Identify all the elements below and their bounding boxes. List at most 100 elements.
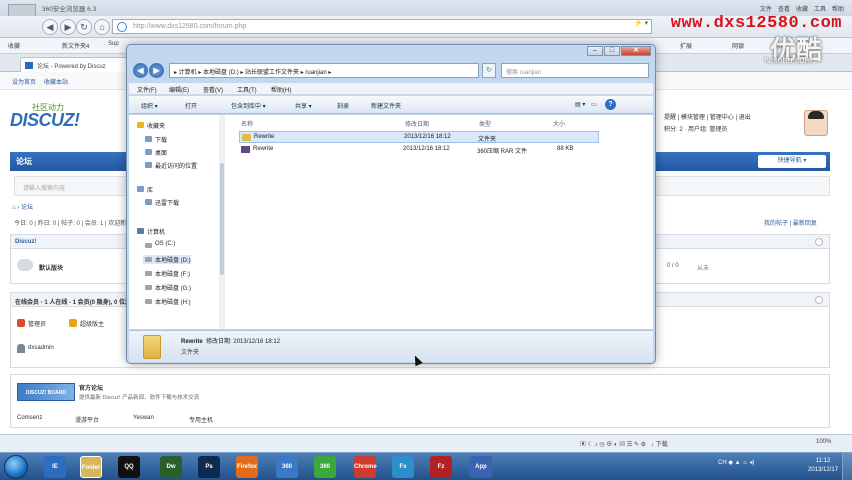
nav-libraries[interactable]: 库: [135, 185, 153, 194]
link-item[interactable]: 漫游平台: [75, 415, 99, 424]
explorer-search-input[interactable]: 搜索 ruanjian: [501, 63, 649, 78]
avatar[interactable]: [804, 110, 828, 136]
ebank-button[interactable]: 网银: [732, 41, 744, 50]
taskbar-app-icon[interactable]: Fx: [392, 456, 414, 478]
maximize-icon[interactable]: □: [604, 46, 620, 56]
view-toggle-icon[interactable]: ▤ ▾: [575, 101, 585, 108]
menu-view[interactable]: 查看: [778, 4, 790, 13]
taskbar-chrome-icon[interactable]: Chrome: [354, 456, 377, 478]
new-folder-button[interactable]: 新建文件夹: [371, 101, 401, 110]
link-item[interactable]: Comsenz: [17, 415, 42, 421]
col-modified[interactable]: 修改日期: [405, 119, 429, 128]
forum-bubble-icon: [17, 259, 33, 271]
taskbar-ie-icon[interactable]: IE: [44, 456, 66, 478]
nav-favorites[interactable]: 收藏夹: [135, 121, 165, 130]
address-tools-icon[interactable]: ⚡ ▾: [634, 19, 648, 27]
nav-scroll-thumb[interactable]: [220, 163, 224, 275]
col-name[interactable]: 名称: [241, 119, 253, 128]
system-tray[interactable]: CH ◆ ▲ ☼ ◂): [718, 459, 754, 466]
taskbar-photoshop-icon[interactable]: Ps: [198, 456, 220, 478]
menu-tools[interactable]: 工具: [814, 4, 826, 13]
col-size[interactable]: 大小: [553, 119, 565, 128]
address-bar[interactable]: http://www.dxs12580.com/forum.php: [112, 19, 652, 34]
nav-drive-g[interactable]: 本地磁盘 (G:): [143, 283, 191, 292]
nav-drive-h[interactable]: 本地磁盘 (H:): [143, 297, 191, 306]
status-tools[interactable]: ▣ ☾ ♪ ◷ ⊕ ◐ ▤ ☰ ✎ ⚙ ↓ 下载: [580, 439, 668, 448]
user-links[interactable]: 提醒 | 模块管理 | 管理中心 | 退出: [664, 112, 804, 124]
refresh-icon[interactable]: ↻: [76, 19, 92, 35]
menu-tools[interactable]: 工具(T): [237, 85, 257, 94]
col-type[interactable]: 类型: [479, 119, 491, 128]
collapse-icon[interactable]: [815, 238, 823, 246]
taskbar-360-icon[interactable]: 360: [276, 456, 298, 478]
taskbar-360browser-icon[interactable]: 360: [314, 456, 336, 478]
menu-help[interactable]: 帮助: [832, 4, 844, 13]
menu-favorites[interactable]: 收藏: [796, 4, 808, 13]
bookmark-item[interactable]: 收藏: [8, 41, 20, 50]
nav-xunlei[interactable]: 迅雷下载: [143, 198, 179, 207]
tab-forum[interactable]: 论坛 - Powered by Discuz: [20, 57, 132, 72]
taskbar-firefox-icon[interactable]: Firefox: [236, 456, 258, 478]
file-row[interactable]: Rewrite 2013/12/16 18:12 360压缩 RAR 文件 88…: [239, 144, 599, 156]
menu-file[interactable]: 文件: [760, 4, 772, 13]
forum-name[interactable]: 默认版块: [39, 263, 63, 272]
taskbar-qq-icon[interactable]: QQ: [118, 456, 140, 478]
nav-recent[interactable]: 最近访问的位置: [143, 161, 197, 170]
menu-file[interactable]: 文件(F): [137, 85, 157, 94]
nav-drive-f[interactable]: 本地磁盘 (F:): [143, 269, 190, 278]
link-item[interactable]: 专用主机: [189, 415, 213, 424]
minimize-icon[interactable]: –: [587, 46, 603, 56]
menu-edit[interactable]: 编辑(E): [169, 85, 189, 94]
link-item[interactable]: Yeswan: [133, 415, 154, 421]
nav-downloads[interactable]: 下载: [143, 135, 167, 144]
address-text: http://www.dxs12580.com/forum.php: [133, 23, 247, 30]
quick-nav-button[interactable]: 快捷导航 ▾: [758, 155, 826, 168]
nav-desktop[interactable]: 桌面: [143, 148, 167, 157]
online-user[interactable]: dxsadmin: [17, 344, 54, 353]
nav-drive-c[interactable]: OS (C:): [143, 241, 175, 248]
refresh-icon[interactable]: ↻: [482, 63, 496, 78]
link-title[interactable]: 官方论坛: [79, 383, 103, 392]
clock[interactable]: 11:12 2013/12/17: [808, 457, 838, 475]
home-icon[interactable]: ⌂: [94, 19, 110, 35]
extensions-button[interactable]: 扩展: [680, 41, 692, 50]
bookmark-item[interactable]: Sup: [108, 41, 119, 47]
help-icon[interactable]: ?: [605, 99, 616, 110]
menu-view[interactable]: 查看(V): [203, 85, 223, 94]
discuz-board-logo[interactable]: DISCUZ! BOARD: [17, 383, 75, 401]
forward-icon[interactable]: ▶: [149, 63, 164, 78]
taskbar-folder-icon[interactable]: Folder: [80, 456, 102, 478]
back-icon[interactable]: ◀: [42, 19, 58, 35]
zoom-level[interactable]: 100%: [816, 439, 831, 445]
nav-computer[interactable]: 计算机: [135, 227, 165, 236]
back-icon[interactable]: ◀: [133, 63, 148, 78]
explorer-address-bar[interactable]: ▸ 计算机 ▸ 本地磁盘 (D:) ▸ 站长联盟工作文件夹 ▸ ruanjian…: [169, 63, 479, 78]
preview-pane-icon[interactable]: ▭: [591, 101, 597, 108]
close-icon[interactable]: ✕: [621, 46, 651, 56]
start-button[interactable]: [4, 455, 28, 479]
share-button[interactable]: 共享 ▾: [295, 101, 312, 110]
browser-status-bar: ▣ ☾ ♪ ◷ ⊕ ◐ ▤ ☰ ✎ ⚙ ↓ 下载 100%: [0, 434, 852, 452]
organize-button[interactable]: 组织 ▾: [141, 101, 158, 110]
nav-forum[interactable]: 论坛: [16, 156, 32, 167]
breadcrumb[interactable]: ⌂ › 论坛: [12, 202, 33, 211]
forward-icon[interactable]: ▶: [60, 19, 76, 35]
taskbar: IE Folder QQ Dw Ps Firefox 360 360 Chrom…: [0, 452, 852, 480]
nav-drive-d[interactable]: 本地磁盘 (D:): [143, 255, 191, 264]
taskbar-filezilla-icon[interactable]: Fz: [430, 456, 452, 478]
my-posts-links[interactable]: 我的帖子 | 最新回复: [764, 218, 817, 227]
taskbar-app-icon[interactable]: App: [470, 456, 492, 478]
open-button[interactable]: 打开: [185, 101, 197, 110]
burn-button[interactable]: 刻录: [337, 101, 349, 110]
taskbar-dreamweaver-icon[interactable]: Dw: [160, 456, 182, 478]
set-homepage-link[interactable]: 设为首页: [12, 77, 36, 86]
bookmark-item[interactable]: 新文件夹4: [62, 41, 89, 50]
bookmark-site-link[interactable]: 收藏本站: [44, 77, 68, 86]
discuz-logo[interactable]: 社区动力 DISCUZ!: [10, 102, 80, 131]
menu-help[interactable]: 帮助(H): [271, 85, 291, 94]
file-row[interactable]: Rewrite 2013/12/16 18:12 文件夹: [239, 131, 599, 143]
include-library-button[interactable]: 包含到库中 ▾: [231, 101, 266, 110]
collapse-icon[interactable]: [815, 296, 823, 304]
show-desktop-button[interactable]: [842, 453, 852, 480]
explorer-window[interactable]: – □ ✕ ◀ ▶ ▸ 计算机 ▸ 本地磁盘 (D:) ▸ 站长联盟工作文件夹 …: [126, 44, 656, 364]
